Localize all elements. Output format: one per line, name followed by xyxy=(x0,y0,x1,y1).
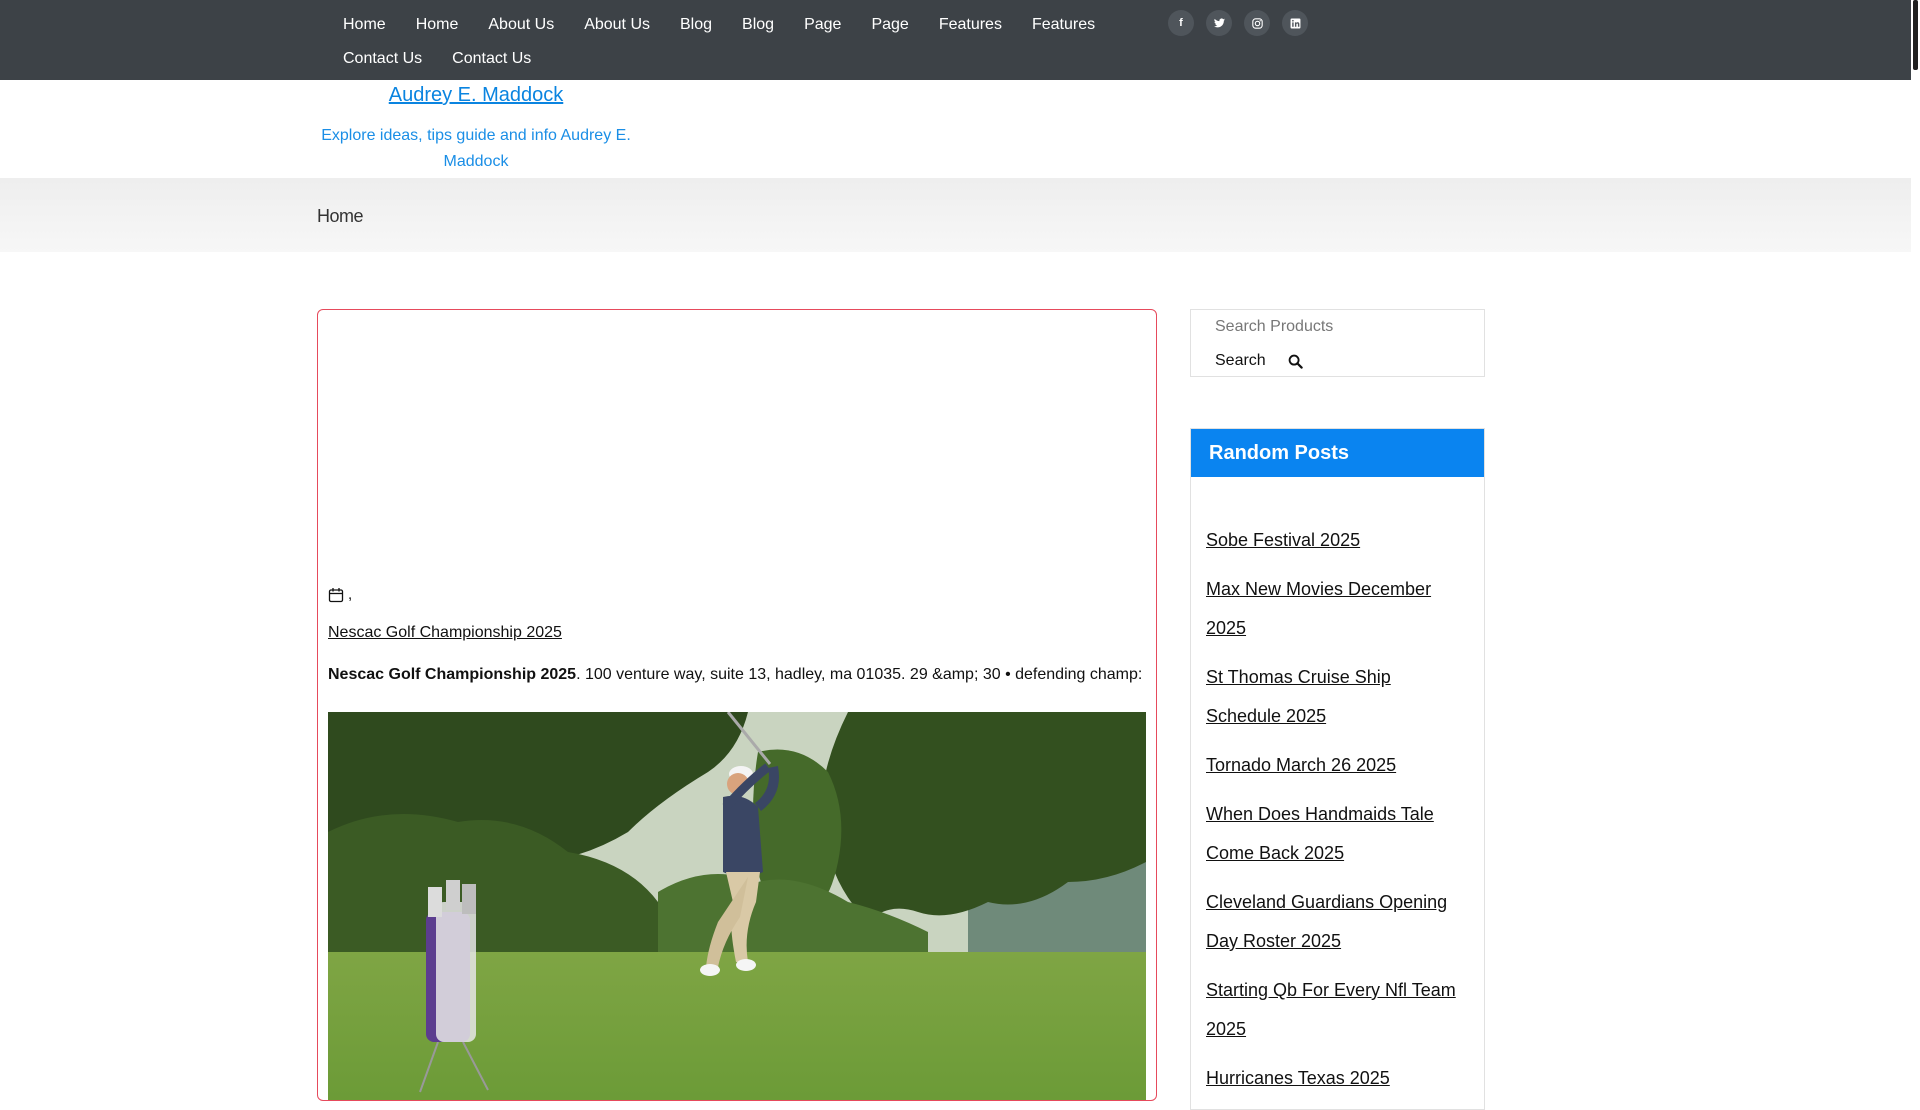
post-excerpt: Nescac Golf Championship 2025. 100 ventu… xyxy=(328,666,1142,684)
random-post-link[interactable]: St Thomas Cruise Ship Schedule 2025 xyxy=(1206,667,1391,726)
search-icon xyxy=(1288,354,1303,369)
site-title-link[interactable]: Audrey E. Maddock xyxy=(318,84,634,107)
nav-item-features[interactable]: Features xyxy=(924,8,1017,42)
social-links: f xyxy=(1168,10,1308,36)
site-tagline: Explore ideas, tips guide and info Audre… xyxy=(321,127,631,170)
list-item: Tornado March 26 2025 xyxy=(1206,746,1470,785)
breadcrumb: Home xyxy=(317,206,364,226)
list-item: Max New Movies December 2025 xyxy=(1206,570,1470,648)
random-post-link[interactable]: Cleveland Guardians Opening Day Roster 2… xyxy=(1206,892,1447,951)
twitter-icon[interactable] xyxy=(1206,10,1232,36)
calendar-icon xyxy=(328,587,344,602)
nav-item-blog[interactable]: Blog xyxy=(665,8,727,42)
post-date-separator: , xyxy=(348,586,353,603)
main-menu: Home Home About Us About Us Blog Blog Pa… xyxy=(328,8,1148,76)
nav-item-page[interactable]: Page xyxy=(856,8,923,42)
golf-photo xyxy=(328,712,1146,1100)
nav-item-contact-us[interactable]: Contact Us xyxy=(437,42,546,76)
list-item: Hurricanes Texas 2025 xyxy=(1206,1059,1470,1098)
search-button[interactable]: Search xyxy=(1215,352,1303,370)
nav-item-features[interactable]: Features xyxy=(1017,8,1110,42)
nav-item-home[interactable]: Home xyxy=(328,8,401,42)
post-meta: , xyxy=(328,586,352,603)
list-item: Sobe Festival 2025 xyxy=(1206,521,1470,560)
post-excerpt-text: . 100 venture way, suite 13, hadley, ma … xyxy=(576,666,1143,683)
widget-title: Random Posts xyxy=(1191,429,1484,477)
nav-item-about-us[interactable]: About Us xyxy=(569,8,665,42)
random-post-link[interactable]: Hurricanes Texas 2025 xyxy=(1206,1068,1390,1088)
instagram-glyph xyxy=(1251,17,1263,29)
linkedin-glyph xyxy=(1290,18,1300,28)
nav-item-blog[interactable]: Blog xyxy=(727,8,789,42)
search-widget: Search xyxy=(1190,309,1485,377)
list-item: Cleveland Guardians Opening Day Roster 2… xyxy=(1206,883,1470,961)
random-posts-list: Sobe Festival 2025 Max New Movies Decemb… xyxy=(1191,477,1484,1098)
search-button-label: Search xyxy=(1215,352,1266,369)
list-item: When Does Handmaids Tale Come Back 2025 xyxy=(1206,795,1470,873)
list-item: St Thomas Cruise Ship Schedule 2025 xyxy=(1206,658,1470,736)
twitter-bird-glyph xyxy=(1213,18,1225,28)
post-excerpt-bold: Nescac Golf Championship 2025 xyxy=(328,666,577,683)
facebook-icon[interactable]: f xyxy=(1168,10,1194,36)
random-posts-widget: Random Posts Sobe Festival 2025 Max New … xyxy=(1190,428,1485,1110)
search-input[interactable] xyxy=(1215,314,1455,340)
golfer-illustration xyxy=(328,712,1146,1100)
random-post-link[interactable]: Max New Movies December 2025 xyxy=(1206,579,1431,638)
breadcrumb-bar: Home xyxy=(0,178,1911,252)
list-item: Starting Qb For Every Nfl Team 2025 xyxy=(1206,971,1470,1049)
random-post-link[interactable]: Starting Qb For Every Nfl Team 2025 xyxy=(1206,980,1456,1039)
random-post-link[interactable]: Tornado March 26 2025 xyxy=(1206,755,1396,775)
nav-item-about-us[interactable]: About Us xyxy=(473,8,569,42)
random-post-link[interactable]: When Does Handmaids Tale Come Back 2025 xyxy=(1206,804,1434,863)
linkedin-icon[interactable] xyxy=(1282,10,1308,36)
nav-item-page[interactable]: Page xyxy=(789,8,856,42)
site-header: Audrey E. Maddock Explore ideas, tips gu… xyxy=(0,80,1911,178)
page-scrollbar[interactable] xyxy=(1911,0,1920,1080)
nav-item-contact-us[interactable]: Contact Us xyxy=(328,42,437,76)
random-post-link[interactable]: Sobe Festival 2025 xyxy=(1206,530,1360,550)
instagram-icon[interactable] xyxy=(1244,10,1270,36)
post-title-link[interactable]: Nescac Golf Championship 2025 xyxy=(328,624,562,642)
nav-item-home[interactable]: Home xyxy=(401,8,474,42)
top-navigation-bar: Home Home About Us About Us Blog Blog Pa… xyxy=(0,0,1911,80)
article-card: , Nescac Golf Championship 2025 Nescac G… xyxy=(317,309,1157,1101)
